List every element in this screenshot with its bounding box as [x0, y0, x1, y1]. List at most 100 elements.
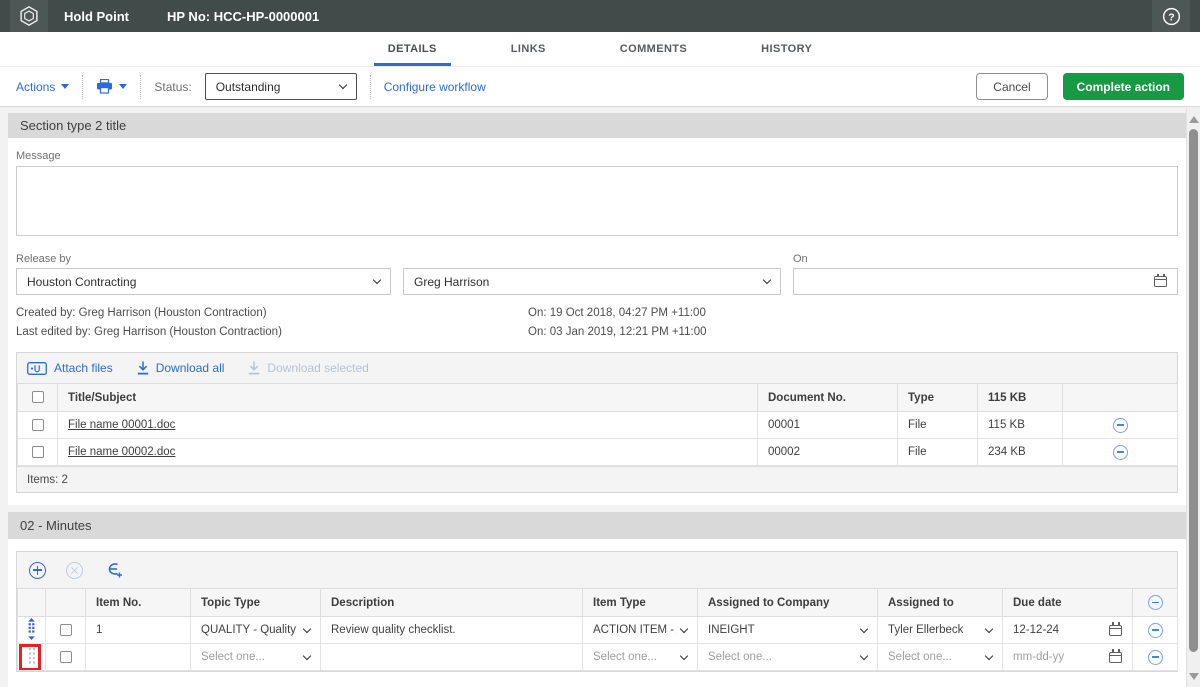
file-doc-no: 00001 [758, 412, 898, 439]
assigned-to-select[interactable]: Tyler Ellerbeck [888, 624, 992, 636]
chevron-down-icon [119, 84, 127, 89]
tab-history-label: HISTORY [761, 43, 812, 55]
file-type: File [898, 412, 978, 439]
description-cell[interactable] [321, 644, 583, 671]
status-select[interactable]: Outstanding [205, 73, 357, 100]
chevron-down-icon [303, 651, 311, 659]
minutes-table: Item No. Topic Type Description Item Typ… [17, 588, 1178, 671]
attach-files-button[interactable]: Attach files [27, 361, 113, 375]
add-row-icon[interactable] [29, 562, 46, 579]
tab-comments[interactable]: COMMENTS [606, 32, 701, 66]
action-toolbar: Actions Status: Outstanding Configure wo… [0, 67, 1200, 107]
help-button[interactable]: ? [1152, 0, 1190, 32]
actions-menu-button[interactable]: Actions [16, 80, 69, 94]
assigned-company-select[interactable]: Select one... [708, 651, 867, 663]
scroll-up-icon[interactable] [1189, 116, 1199, 123]
tab-links-label: LINKS [511, 43, 546, 55]
chevron-down-icon [680, 651, 688, 659]
column-title-subject: Title/Subject [58, 384, 758, 412]
attachments-table: Title/Subject Document No. Type 115 KB F… [17, 383, 1178, 466]
status-label: Status: [154, 80, 191, 94]
drag-handle-icon[interactable] [26, 618, 37, 640]
remove-row-icon[interactable] [1148, 650, 1163, 665]
drag-handle-icon[interactable] [26, 647, 38, 665]
attach-files-label: Attach files [54, 361, 113, 375]
attach-file-icon [27, 362, 47, 375]
remove-file-icon[interactable] [1113, 418, 1128, 433]
minutes-panel: Item No. Topic Type Description Item Typ… [16, 551, 1178, 672]
download-selected-label: Download selected [267, 361, 368, 375]
message-textarea[interactable] [16, 166, 1178, 236]
download-all-label: Download all [156, 361, 225, 375]
topic-type-placeholder: Select one... [201, 651, 265, 663]
chevron-down-icon [680, 624, 688, 632]
tab-history[interactable]: HISTORY [747, 32, 826, 66]
release-user-value: Greg Harrison [414, 275, 489, 289]
column-size: 115 KB [978, 384, 1063, 412]
chevron-down-icon [303, 624, 311, 632]
file-link[interactable]: File name 00002.doc [68, 446, 175, 458]
download-all-button[interactable]: Download all [137, 361, 225, 375]
assigned-company-placeholder: Select one... [708, 651, 772, 663]
item-type-value: ACTION ITEM - Actio [593, 624, 677, 636]
row-checkbox[interactable] [60, 624, 72, 636]
tab-links[interactable]: LINKS [497, 32, 560, 66]
select-all-checkbox[interactable] [32, 391, 44, 403]
assigned-company-select[interactable]: INEIGHT [708, 624, 867, 636]
section-header-minutes: 02 - Minutes [8, 512, 1186, 539]
due-date-input[interactable]: mm-dd-yy [1013, 651, 1122, 663]
app-logo [10, 0, 48, 32]
complete-action-button[interactable]: Complete action [1063, 73, 1184, 100]
tab-details-label: DETAILS [388, 43, 437, 55]
remove-file-icon[interactable] [1113, 445, 1128, 460]
item-type-placeholder: Select one... [593, 651, 657, 663]
description-cell[interactable]: Review quality checklist. [321, 617, 583, 644]
cancel-button[interactable]: Cancel [976, 73, 1047, 100]
column-actions [1063, 384, 1178, 412]
row-checkbox[interactable] [32, 446, 44, 458]
calendar-icon[interactable] [1154, 276, 1167, 287]
file-size: 115 KB [978, 412, 1063, 439]
chevron-down-icon [860, 624, 868, 632]
tab-comments-label: COMMENTS [620, 43, 687, 55]
scrollbar-thumb[interactable] [1189, 129, 1198, 652]
chevron-down-icon [985, 651, 993, 659]
scroll-down-icon[interactable] [1189, 673, 1199, 680]
download-icon [248, 361, 260, 375]
app-header: Hold Point HP No: HCC-HP-0000001 ? [0, 0, 1200, 32]
assigned-to-select[interactable]: Select one... [888, 651, 992, 663]
file-size: 234 KB [978, 439, 1063, 466]
file-row: File name 00002.doc 00002 File 234 KB [18, 439, 1178, 466]
release-user-select[interactable]: Greg Harrison [403, 268, 781, 295]
minutes-row: 1 QUALITY - Quality Review quality check… [18, 617, 1178, 644]
row-checkbox[interactable] [32, 419, 44, 431]
download-icon [137, 361, 149, 375]
remove-row-icon[interactable] [1148, 623, 1163, 638]
item-type-select[interactable]: Select one... [593, 651, 687, 663]
assigned-company-value: INEIGHT [708, 624, 755, 636]
download-selected-button[interactable]: Download selected [248, 361, 368, 375]
on-date-input[interactable] [793, 268, 1178, 295]
separator [370, 75, 371, 99]
file-doc-no: 00002 [758, 439, 898, 466]
item-no-cell [86, 644, 191, 671]
file-link[interactable]: File name 00001.doc [68, 419, 175, 431]
link-item-icon[interactable] [103, 562, 124, 579]
print-menu-button[interactable] [96, 79, 127, 94]
vertical-scrollbar[interactable] [1186, 107, 1200, 687]
topic-type-select[interactable]: Select one... [201, 651, 310, 663]
separator [82, 75, 83, 99]
hexagon-logo-icon [18, 5, 40, 27]
due-date-input[interactable]: 12-12-24 [1013, 624, 1122, 636]
attachments-panel: Attach files Download all [16, 352, 1178, 493]
item-type-select[interactable]: ACTION ITEM - Actio [593, 624, 687, 636]
calendar-icon[interactable] [1109, 625, 1122, 636]
release-company-select[interactable]: Houston Contracting [16, 268, 391, 295]
topic-type-select[interactable]: QUALITY - Quality [201, 624, 310, 636]
chevron-down-icon [985, 624, 993, 632]
tab-details[interactable]: DETAILS [374, 32, 451, 66]
configure-workflow-link[interactable]: Configure workflow [384, 80, 486, 94]
row-checkbox[interactable] [60, 651, 72, 663]
calendar-icon[interactable] [1109, 652, 1122, 663]
delete-row-icon[interactable] [62, 558, 86, 582]
